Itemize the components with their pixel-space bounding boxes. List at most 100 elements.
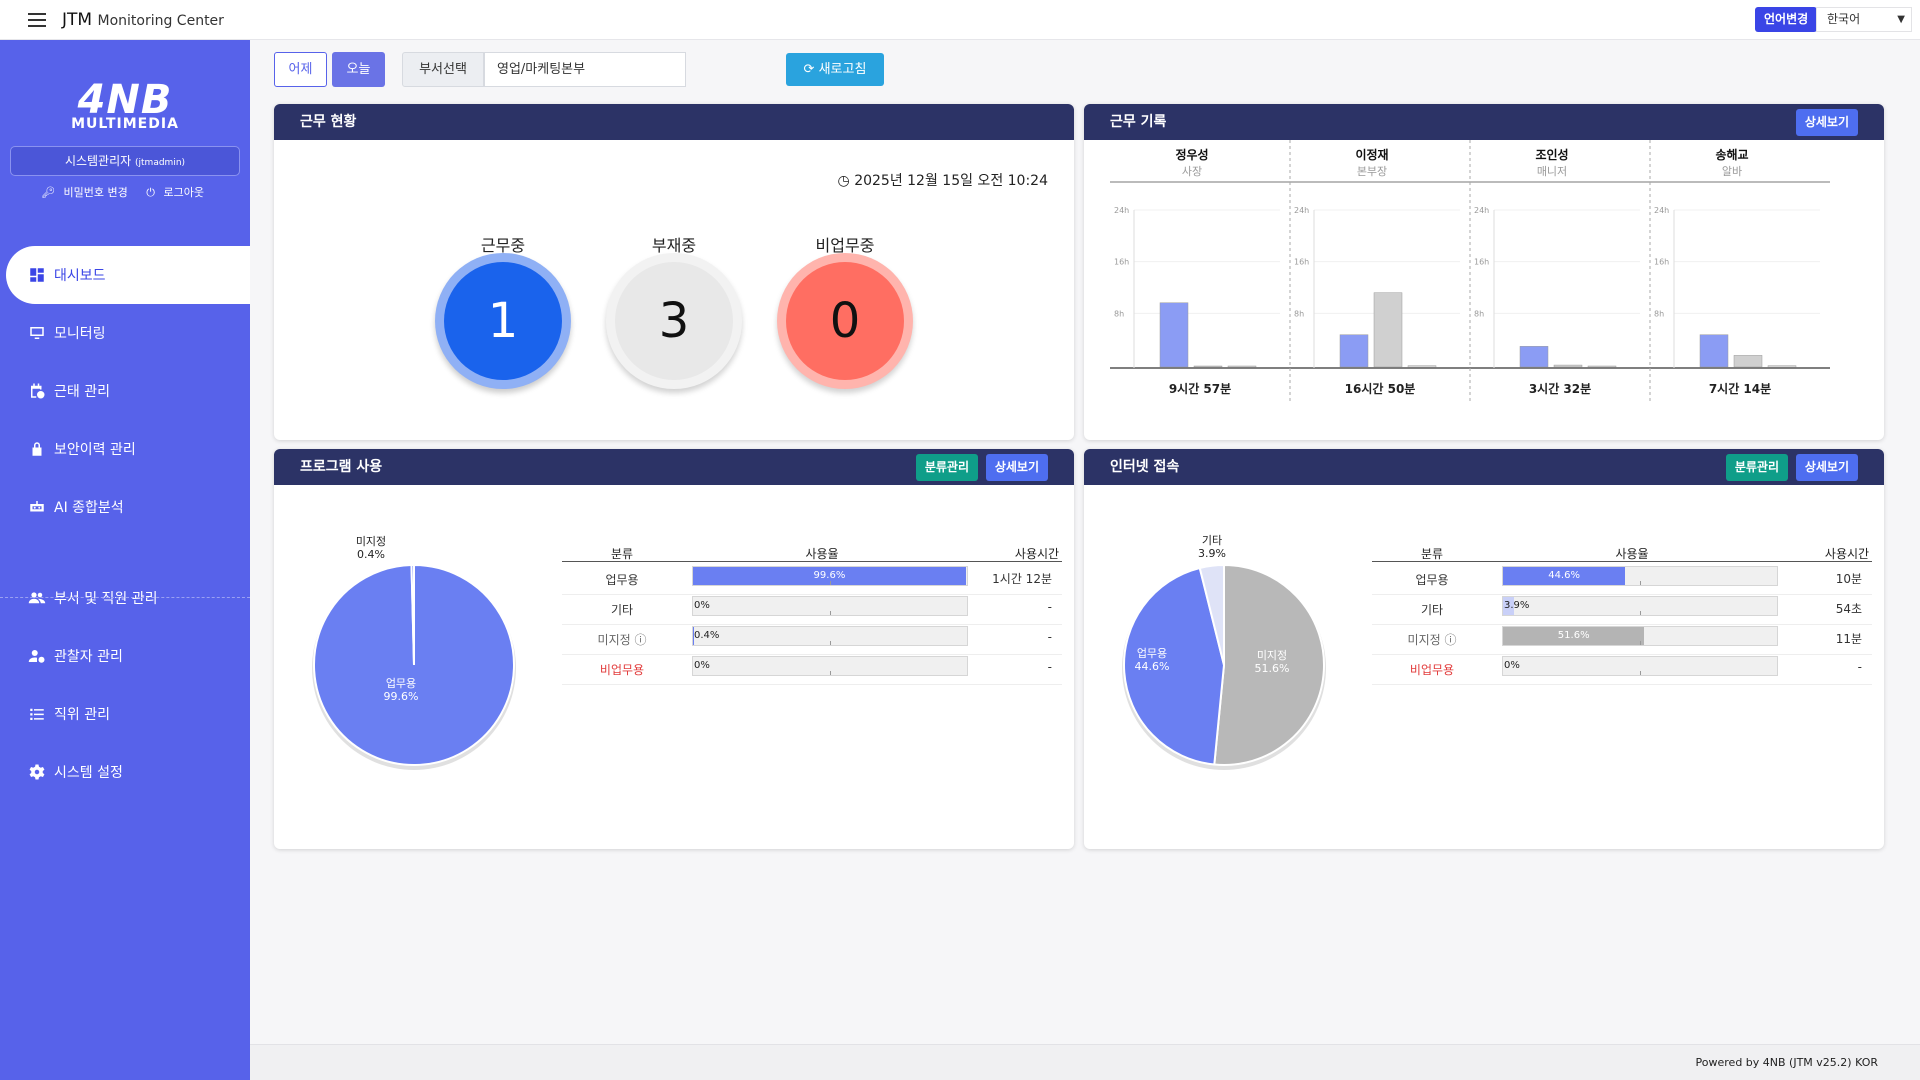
table-row[interactable]: 비업무용 0% - [1372,655,1872,685]
internet-detail-button[interactable]: 상세보기 [1795,454,1858,481]
working-count[interactable]: 1 [444,262,562,380]
usage-time-cell: - [1857,660,1862,674]
usage-rate-bar: 0% [692,596,968,616]
list-icon [30,708,44,720]
status-label-working: 근무중 [480,236,526,255]
internet-access-table: 분류 사용율 사용시간 업무용 44.6% 10분 기타 3.9% 54초 미지정 ⓘ 51.6% 1… [1372,545,1872,695]
absent-count[interactable]: 3 [615,262,733,380]
internet-access-title: 인터넷 접속 [1110,459,1180,475]
pie-slice-label: 기타 [1202,534,1222,547]
change-password-link[interactable]: 🔑︎ 비밀번호 변경 [41,186,133,199]
axis-tick-label: 24h [1114,206,1129,215]
work-records-card: 근무 기록 상세보기 정우성 사장 24h 16h 8h 9시간 57분 이정재 본부장 24h… [1084,104,1884,440]
table-row[interactable]: 미지정 ⓘ 0.4% - [562,625,1062,655]
table-row[interactable]: 기타 3.9% 54초 [1372,595,1872,625]
bar-midpoint-tick [1640,671,1641,675]
pie-slice-label: 업무용 [386,677,416,690]
department-label: 부서선택 [402,52,484,87]
category-cell: 미지정 ⓘ [1407,633,1457,647]
work-hour-bar[interactable] [1733,355,1763,368]
category-cell: 업무용 [1415,573,1449,587]
sidebar-item-security[interactable]: 보안이력 관리 [0,420,250,478]
table-row[interactable]: 미지정 ⓘ 51.6% 11분 [1372,625,1872,655]
internet-access-pie: 미지정51.6% 업무용44.6% 기타3.9% [1122,534,1326,770]
ai-bot-icon [30,501,44,512]
chevron-down-icon: ▼ [1897,14,1905,25]
sidebar-item-positions[interactable]: 직위 관리 [0,685,250,743]
hamburger-menu-icon[interactable] [28,13,46,27]
bar-midpoint-tick [1640,611,1641,615]
work-hour-bar[interactable] [1373,292,1403,368]
usage-rate-bar: 3.9% [1502,596,1778,616]
table-row[interactable]: 업무용 44.6% 10분 [1372,565,1872,595]
category-cell: 미지정 ⓘ [597,633,647,647]
work-hour-bar[interactable] [1767,365,1797,368]
usage-rate-bar: 0% [1502,656,1778,676]
usage-rate-bar: 51.6% [1502,626,1778,646]
usage-time-cell: 1시간 12분 [992,572,1052,586]
sidebar: 4NB MULTIMEDIA 시스템관리자 (jtmadmin) 🔑︎ 비밀번호… [0,40,250,1080]
program-usage-title: 프로그램 사용 [300,459,383,475]
work-hour-bar[interactable] [1699,334,1729,368]
refresh-icon: ⟳ [803,62,815,77]
usage-rate-label: 0% [1504,660,1520,671]
usage-rate-bar: 0% [692,656,968,676]
refresh-button[interactable]: ⟳ 새로고침 [786,53,884,86]
internet-category-manage-button[interactable]: 분류관리 [1725,454,1788,481]
employee-total-time: 16시간 50분 [1345,381,1416,396]
program-detail-button[interactable]: 상세보기 [985,454,1048,481]
sidebar-item-observers[interactable]: 관찰자 관리 [0,627,250,685]
axis-tick-label: 24h [1294,206,1309,215]
sidebar-item-attendance[interactable]: 근태 관리 [0,362,250,420]
sidebar-item-monitoring[interactable]: 모니터링 [0,304,250,362]
table-row[interactable]: 업무용 99.6% 1시간 12분 [562,565,1062,595]
work-hour-bar[interactable] [1519,346,1549,368]
axis-tick-label: 24h [1654,206,1669,215]
sidebar-divider [0,597,250,598]
language-change-button[interactable]: 언어변경 [1755,7,1818,32]
work-hour-bar[interactable] [1227,365,1257,368]
clock-icon: ◷ [837,173,850,189]
work-hour-bar[interactable] [1159,302,1189,368]
usage-time-cell: - [1047,630,1052,644]
current-datetime: ◷ 2025년 12월 15일 오전 10:24 [837,173,1048,189]
program-category-manage-button[interactable]: 분류관리 [915,454,978,481]
axis-tick-label: 24h [1474,206,1489,215]
employee-position: 알바 [1722,164,1742,178]
user-gear-icon [28,650,45,663]
work-status-title: 근무 현황 [274,104,1074,140]
table-header-cell: 사용시간 [1014,547,1060,561]
category-cell: 기타 [610,603,634,617]
monitor-icon [30,327,44,339]
sidebar-item-ai-analysis[interactable]: AI 종합분석 [0,478,250,536]
work-hour-bar[interactable] [1339,334,1369,368]
gear-icon [29,764,45,780]
employee-total-time: 9시간 57분 [1169,381,1231,396]
yesterday-button[interactable]: 어제 [274,52,327,87]
work-hour-bar[interactable] [1587,365,1617,368]
employee-position: 본부장 [1357,165,1387,178]
pie-slice-value: 0.4% [357,548,385,561]
work-records-detail-button[interactable]: 상세보기 [1795,109,1858,136]
today-button[interactable]: 오늘 [332,52,385,87]
table-row[interactable]: 기타 0% - [562,595,1062,625]
bar-midpoint-tick [1640,581,1641,585]
bar-midpoint-tick [830,641,831,645]
department-select[interactable]: 영업/마케팅본부 [484,52,686,87]
work-hour-bar[interactable] [1407,365,1437,368]
usage-time-cell: 11분 [1835,632,1862,646]
nonwork-count[interactable]: 0 [786,262,904,380]
sidebar-item-dashboard[interactable]: 대시보드 [6,246,250,304]
work-hour-bar[interactable] [1193,365,1223,368]
employee-total-time: 3시간 32분 [1529,381,1591,396]
app-title: JTM Monitoring Center [62,10,224,30]
table-row[interactable]: 비업무용 0% - [562,655,1062,685]
axis-tick-label: 16h [1474,258,1489,267]
work-hour-bar[interactable] [1553,364,1583,368]
program-usage-card: 프로그램 사용 분류관리 상세보기 업무용 99.6% 미지정 0.4% 분류 사용율 사… [274,449,1074,849]
logout-link[interactable]: ⏻ 로그아웃 [146,186,209,199]
sidebar-item-settings[interactable]: 시스템 설정 [0,743,250,801]
category-cell: 기타 [1420,603,1444,617]
sidebar-item-departments[interactable]: 부서 및 직원 관리 [0,569,250,627]
language-select[interactable]: 한국어 ▼ [1816,7,1912,32]
